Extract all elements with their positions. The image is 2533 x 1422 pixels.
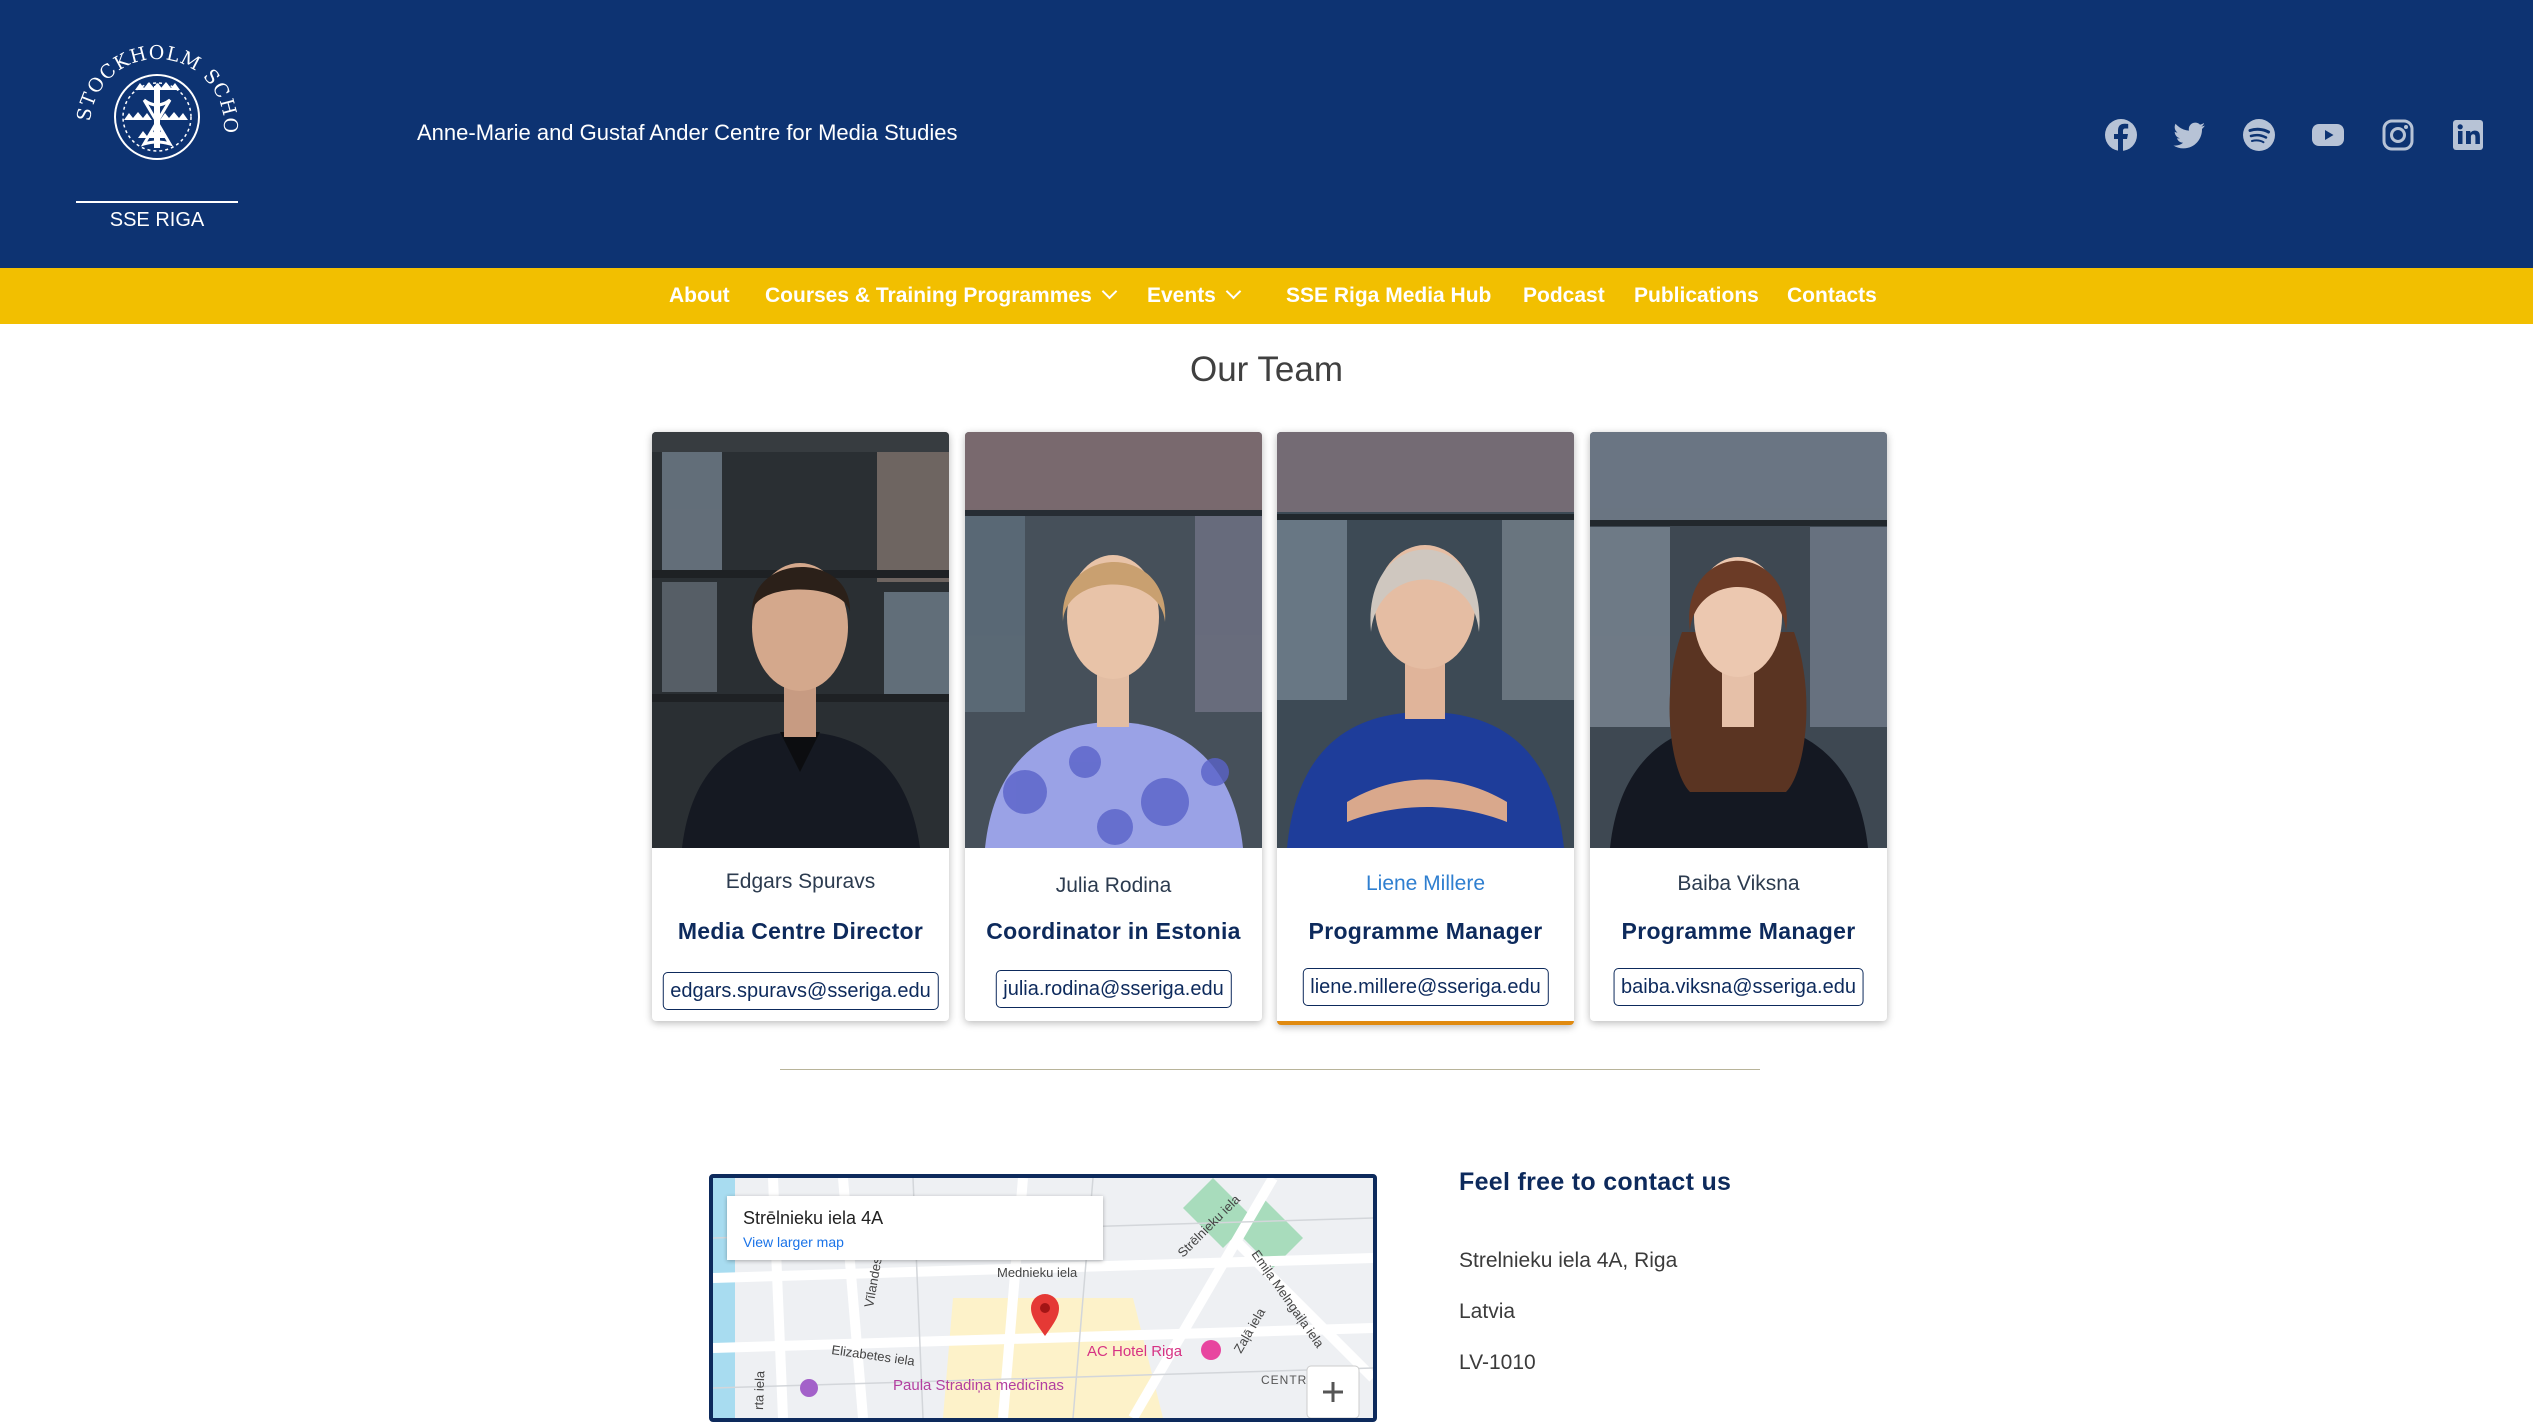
member-email[interactable]: edgars.spuravs@sseriga.edu xyxy=(662,972,939,1010)
nav-item-label: Contacts xyxy=(1787,284,1877,307)
contact-postcode: LV-1010 xyxy=(1459,1351,1536,1374)
nav-item-about[interactable]: About xyxy=(669,268,730,324)
twitter-icon[interactable] xyxy=(2173,118,2207,152)
nav-item-label: About xyxy=(669,284,730,307)
team-photo xyxy=(652,432,949,848)
facebook-icon[interactable] xyxy=(2104,118,2138,152)
location-map[interactable]: Mednieku iela Strēlnieku iela Vīlandes i… xyxy=(709,1174,1377,1422)
page-title: Our Team xyxy=(1189,350,1344,389)
member-name[interactable]: Liene Millere xyxy=(1277,872,1574,896)
contact-country: Latvia xyxy=(1459,1300,1516,1323)
team-card: Baiba Viksna Programme Manager baiba.vik… xyxy=(1590,432,1887,1021)
member-role: Programme Manager xyxy=(1621,918,1856,944)
member-role: Programme Manager xyxy=(1308,918,1543,944)
nav-item-publications[interactable]: Publications xyxy=(1634,268,1759,324)
map-poi-label: AC Hotel Riga xyxy=(1087,1343,1183,1360)
map-address: Strēlnieku iela 4A xyxy=(743,1208,884,1228)
section-divider xyxy=(780,1069,1760,1070)
team-card: Julia Rodina Coordinator in Estonia juli… xyxy=(965,432,1262,1021)
nav-item-courses[interactable]: Courses & Training Programmes xyxy=(765,268,1118,324)
member-email[interactable]: julia.rodina@sseriga.edu xyxy=(995,970,1232,1008)
instagram-icon[interactable] xyxy=(2381,118,2415,152)
site-header: STOCKHOLM SCHOOL OF ECONOMICS SSE RIGA A… xyxy=(0,0,2533,268)
chevron-down-icon xyxy=(1225,283,1242,300)
map-street-label: rta iela xyxy=(751,1370,767,1410)
team-card: Liene Millere Programme Manager liene.mi… xyxy=(1277,432,1574,1025)
map-street-label: Mednieku iela xyxy=(997,1265,1078,1280)
nav-item-media-hub[interactable]: SSE Riga Media Hub xyxy=(1286,268,1491,324)
member-name: Edgars Spuravs xyxy=(725,870,876,893)
member-name: Baiba Viksna xyxy=(1677,872,1800,895)
sse-riga-logo[interactable]: STOCKHOLM SCHOOL OF ECONOMICS SSE RIGA xyxy=(72,20,242,235)
youtube-icon[interactable] xyxy=(2311,118,2345,152)
main-nav: About Courses & Training Programmes Even… xyxy=(0,268,2533,324)
nav-item-label: Events xyxy=(1147,284,1216,307)
view-larger-map-link[interactable]: View larger map xyxy=(743,1234,844,1250)
nav-item-label: Courses & Training Programmes xyxy=(765,284,1092,307)
team-photo xyxy=(1590,432,1887,848)
member-email[interactable]: baiba.viksna@sseriga.edu xyxy=(1613,968,1864,1006)
chevron-down-icon xyxy=(1101,283,1118,300)
nav-item-podcast[interactable]: Podcast xyxy=(1523,268,1605,324)
contact-address: Strelnieku iela 4A, Riga xyxy=(1459,1249,1678,1272)
nav-item-contacts[interactable]: Contacts xyxy=(1787,268,1877,324)
nav-item-label: Podcast xyxy=(1523,284,1605,307)
member-role: Media Centre Director xyxy=(677,918,924,944)
map-info-card: Strēlnieku iela 4A View larger map xyxy=(727,1196,1103,1260)
linkedin-icon[interactable] xyxy=(2451,118,2485,152)
nav-item-label: SSE Riga Media Hub xyxy=(1286,284,1492,307)
nav-item-label: Publications xyxy=(1634,284,1759,307)
member-name: Julia Rodina xyxy=(1055,874,1172,897)
logo-sub-text: SSE RIGA xyxy=(110,209,205,231)
spotify-icon[interactable] xyxy=(2242,118,2276,152)
nav-item-events[interactable]: Events xyxy=(1147,268,1242,324)
centre-tagline: Anne-Marie and Gustaf Ander Centre for M… xyxy=(417,120,958,145)
map-poi-label: Paula Stradiņa medicīnas xyxy=(893,1377,1064,1394)
team-photo xyxy=(965,432,1262,848)
member-email[interactable]: liene.millere@sseriga.edu xyxy=(1302,968,1549,1006)
contact-heading: Feel free to contact us xyxy=(1459,1168,1732,1196)
member-role: Coordinator in Estonia xyxy=(986,918,1241,944)
team-photo xyxy=(1277,432,1574,848)
team-card: Edgars Spuravs Media Centre Director edg… xyxy=(652,432,949,1021)
